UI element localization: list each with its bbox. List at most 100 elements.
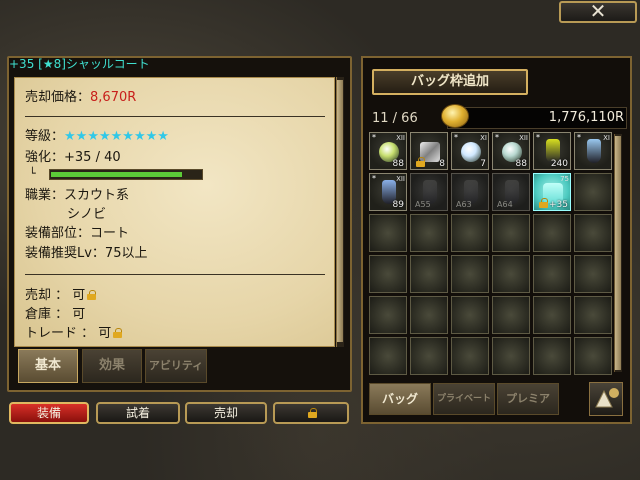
money-amount: 1,776,110R — [548, 110, 624, 125]
job-value: シノビ — [67, 207, 107, 222]
bag-scrollbar-thumb[interactable] — [615, 136, 621, 370]
bag-slot-empty[interactable] — [574, 255, 612, 293]
slot-tag: XII — [519, 134, 528, 142]
tab-effects[interactable]: 効果 — [82, 349, 142, 383]
slot-star: * — [495, 133, 499, 142]
trade-permission: トレード ： 可 — [25, 326, 123, 342]
slot-star: * — [577, 133, 581, 142]
enhance-progress-bar — [49, 169, 203, 180]
trade-permission-label: トレード ： 可 — [25, 326, 112, 341]
storage-permission: 倉庫 ： 可 — [25, 307, 86, 322]
price-row: 売却価格：8,670R — [25, 90, 136, 106]
rank-row: 等級：★★★★★★★★★ — [25, 129, 169, 145]
lock-icon — [416, 157, 425, 167]
bag-slot-empty[interactable] — [492, 337, 530, 375]
bag-slot-empty[interactable] — [492, 296, 530, 334]
item-detail-sheet[interactable]: 売却価格：8,670R 等級：★★★★★★★★★ 強化：+35 / 40 └ 職… — [14, 77, 335, 347]
tab-bag[interactable]: バッグ — [369, 383, 431, 415]
bag-slot-empty[interactable] — [451, 255, 489, 293]
bag-slot-empty[interactable] — [492, 214, 530, 252]
try-on-button[interactable]: 試着 — [96, 402, 180, 424]
divider — [25, 274, 325, 275]
detail-scrollbar-thumb[interactable] — [337, 80, 343, 342]
bag-slot-item[interactable]: A55 — [410, 173, 448, 211]
slot-level: A55 — [415, 200, 431, 209]
bag-slot-item[interactable]: * XII 89 — [369, 173, 407, 211]
bag-slot-empty[interactable] — [574, 214, 612, 252]
bag-slot-item[interactable]: * 240 — [533, 132, 571, 170]
sell-permission-label: 売却 ： 可 — [25, 288, 86, 303]
price-label: 売却価格： — [25, 90, 91, 105]
bag-slot-empty[interactable] — [533, 255, 571, 293]
bag-slot-empty[interactable] — [369, 296, 407, 334]
lock-button[interactable] — [273, 402, 349, 424]
bag-slot-item[interactable]: 75 +35 — [533, 173, 571, 211]
slot-tag: XI — [480, 134, 487, 142]
slot-tag: XII — [396, 134, 405, 142]
close-button[interactable]: ✕ — [559, 1, 637, 23]
slot-count: 240 — [550, 159, 568, 169]
bag-slot-empty[interactable] — [533, 296, 571, 334]
bag-slot-empty[interactable] — [574, 173, 612, 211]
potion-item-icon — [587, 139, 601, 163]
bag-slot-empty[interactable] — [410, 337, 448, 375]
sell-button[interactable]: 売却 — [185, 402, 267, 424]
bag-slot-empty[interactable] — [574, 337, 612, 375]
bag-slot-item[interactable]: A64 — [492, 173, 530, 211]
tab-abilities[interactable]: アビリティ — [145, 349, 207, 383]
sort-icon — [595, 388, 619, 408]
item-name: +35 [★8]シャッルコート — [9, 57, 150, 71]
equip-slot-label: 装備部位：コート — [25, 226, 130, 241]
bag-slot-item[interactable]: 8 — [410, 132, 448, 170]
bag-capacity: 11 / 66 — [372, 111, 418, 126]
job-label: 職業：スカウト系 — [25, 188, 130, 203]
bag-slot-empty[interactable] — [451, 296, 489, 334]
bag-slot-empty[interactable] — [574, 296, 612, 334]
bag-slot-empty[interactable] — [369, 337, 407, 375]
bag-grid: * XII 88 8 * XI 7 * XII 88 * 240 * XI * XII 89 A55 A63 A64 7… — [369, 132, 613, 375]
slot-star: * — [372, 174, 376, 183]
orb-item-icon — [461, 142, 481, 162]
bag-slot-empty[interactable] — [533, 337, 571, 375]
slot-count: 88 — [515, 159, 527, 169]
coin-icon — [441, 104, 469, 128]
close-icon: ✕ — [589, 0, 607, 23]
bag-slot-empty[interactable] — [369, 255, 407, 293]
recommended-level-label: 装備推奨Lv：75以上 — [25, 246, 148, 261]
bag-slot-empty[interactable] — [451, 214, 489, 252]
lock-icon — [87, 290, 97, 300]
bag-slot-empty[interactable] — [492, 255, 530, 293]
sort-button[interactable] — [589, 382, 623, 416]
tab-premium[interactable]: プレミア — [497, 383, 559, 415]
lock-icon — [539, 198, 548, 208]
bag-slot-empty[interactable] — [410, 296, 448, 334]
price-value: 8,670R — [90, 90, 137, 105]
slot-tag: 75 — [560, 175, 569, 183]
tab-private[interactable]: プライベート — [433, 383, 495, 415]
slot-level: A63 — [456, 200, 472, 209]
bag-slot-item[interactable]: * XI 7 — [451, 132, 489, 170]
bag-slot-empty[interactable] — [410, 214, 448, 252]
slot-count: 88 — [392, 159, 404, 169]
rank-stars: ★★★★★★★★★ — [64, 129, 169, 144]
tab-basic[interactable]: 基本 — [18, 349, 78, 383]
bag-slot-item[interactable]: * XII 88 — [369, 132, 407, 170]
slot-count: +35 — [549, 200, 568, 210]
bag-slot-empty[interactable] — [533, 214, 571, 252]
slot-star: * — [454, 133, 458, 142]
expand-bag-button[interactable]: バッグ枠追加 — [372, 69, 528, 95]
lock-icon — [307, 408, 317, 418]
slot-count: 8 — [439, 159, 445, 169]
slot-tag: XI — [603, 134, 610, 142]
lock-icon — [113, 328, 123, 338]
bag-slot-item[interactable]: * XII 88 — [492, 132, 530, 170]
bag-slot-empty[interactable] — [410, 255, 448, 293]
bag-slot-empty[interactable] — [451, 337, 489, 375]
bag-slot-empty[interactable] — [369, 214, 407, 252]
tree-marker: └ — [29, 167, 36, 180]
bag-slot-item[interactable]: A63 — [451, 173, 489, 211]
bag-slot-item[interactable]: * XI — [574, 132, 612, 170]
divider — [25, 116, 325, 117]
equip-button[interactable]: 装備 — [9, 402, 89, 424]
slot-star: * — [536, 133, 540, 142]
